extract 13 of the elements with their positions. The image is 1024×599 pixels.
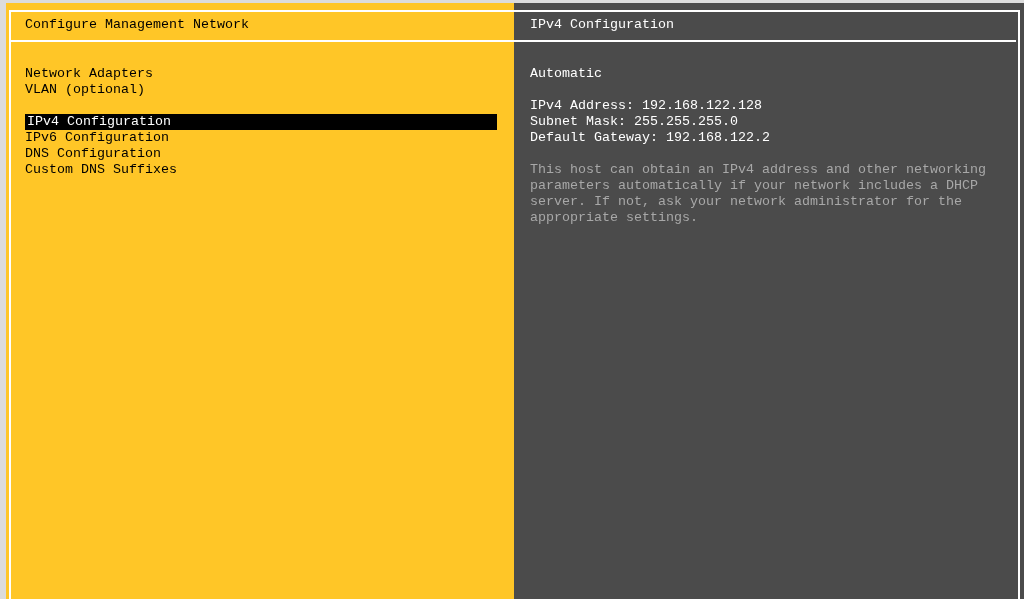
detail-text: Default Gateway: 192.168.122.2 <box>530 130 771 146</box>
menu-item[interactable]: DNS Configuration <box>25 146 497 162</box>
menu-item[interactable]: Network Adapters <box>25 66 497 82</box>
mode-text: Automatic <box>530 66 603 82</box>
panel-title: Configure Management Network <box>25 17 249 33</box>
menu-item[interactable]: IPv4 Configuration <box>25 114 497 130</box>
panel-title: IPv4 Configuration <box>530 17 674 33</box>
detail-text: IPv4 Address: 192.168.122.128 <box>530 98 763 114</box>
menu-item[interactable]: VLAN (optional) <box>25 82 497 98</box>
menu-item[interactable]: IPv6 Configuration <box>25 130 497 146</box>
description-text: This host can obtain an IPv4 address and other networking parameters automatically if your network includes a DHCP server. If not, ask your network administrator for the appropriate settings. <box>530 162 987 226</box>
menu-item[interactable]: Custom DNS Suffixes <box>25 162 497 178</box>
detail-text: Subnet Mask: 255.255.255.0 <box>530 114 739 130</box>
